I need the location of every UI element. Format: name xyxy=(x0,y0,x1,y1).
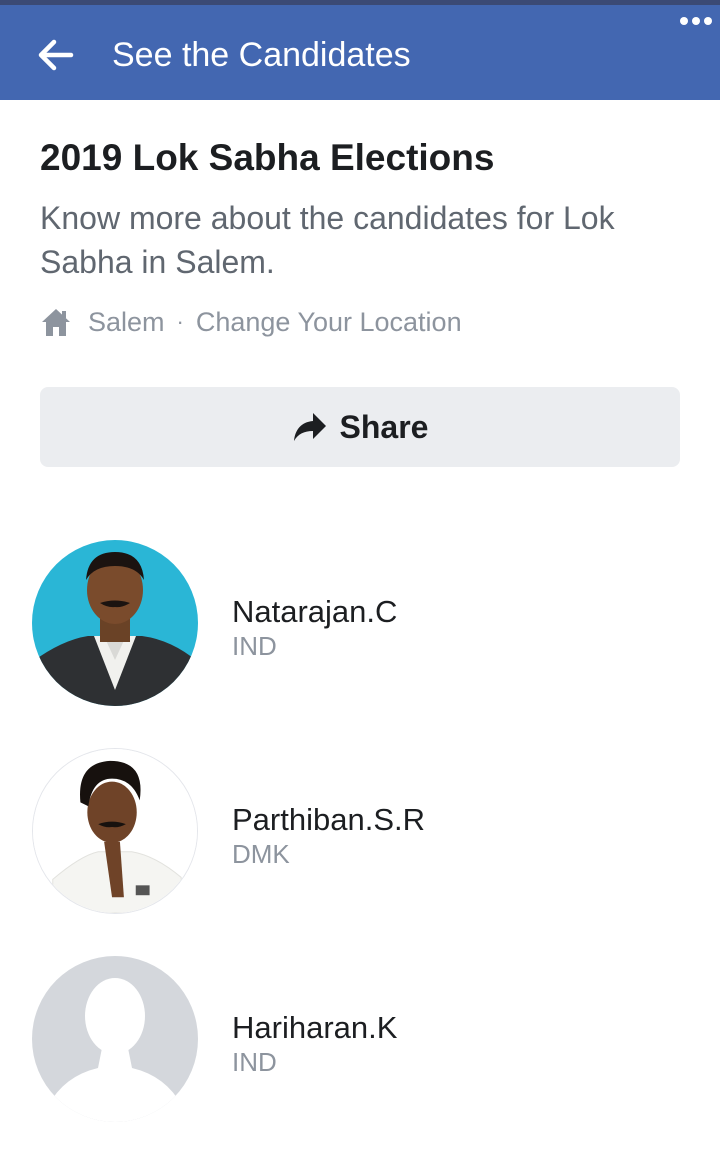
candidate-party: IND xyxy=(232,1047,277,1077)
candidate-row[interactable]: Hariharan.K IND xyxy=(32,956,688,1124)
candidate-avatar[interactable] xyxy=(32,956,198,1122)
app-bar: See the Candidates xyxy=(0,5,720,100)
page-title: See the Candidates xyxy=(112,36,411,74)
candidate-name[interactable]: Natarajan.C xyxy=(232,592,397,632)
default-profile-silhouette xyxy=(32,956,198,1122)
separator-dot: · xyxy=(176,309,184,334)
more-horizontal-icon xyxy=(680,17,712,25)
candidate-avatar[interactable] xyxy=(32,540,198,706)
candidate-avatar[interactable] xyxy=(32,748,198,914)
candidate-photo xyxy=(33,749,197,913)
candidate-party: DMK xyxy=(232,839,290,869)
share-button[interactable]: Share xyxy=(40,387,680,467)
arrow-left-icon xyxy=(38,39,74,71)
candidate-party: IND xyxy=(232,631,277,661)
share-arrow-icon xyxy=(293,413,326,441)
location-row: Salem · Change Your Location xyxy=(40,300,462,344)
candidate-name[interactable]: Parthiban.S.R xyxy=(232,800,425,840)
election-heading: 2019 Lok Sabha Elections xyxy=(40,137,495,178)
candidate-photo xyxy=(32,540,198,706)
candidate-row[interactable]: Parthiban.S.R DMK xyxy=(32,748,688,916)
change-location-link[interactable]: Change Your Location xyxy=(196,307,462,338)
more-options-button[interactable] xyxy=(672,13,720,53)
home-icon xyxy=(42,309,70,336)
candidate-row[interactable]: Natarajan.C IND xyxy=(32,540,688,708)
election-description: Know more about the candidates for Lok S… xyxy=(40,200,615,280)
back-button[interactable] xyxy=(28,27,84,83)
candidate-name[interactable]: Hariharan.K xyxy=(232,1008,397,1048)
share-label: Share xyxy=(339,408,429,445)
location-name: Salem xyxy=(88,306,165,337)
